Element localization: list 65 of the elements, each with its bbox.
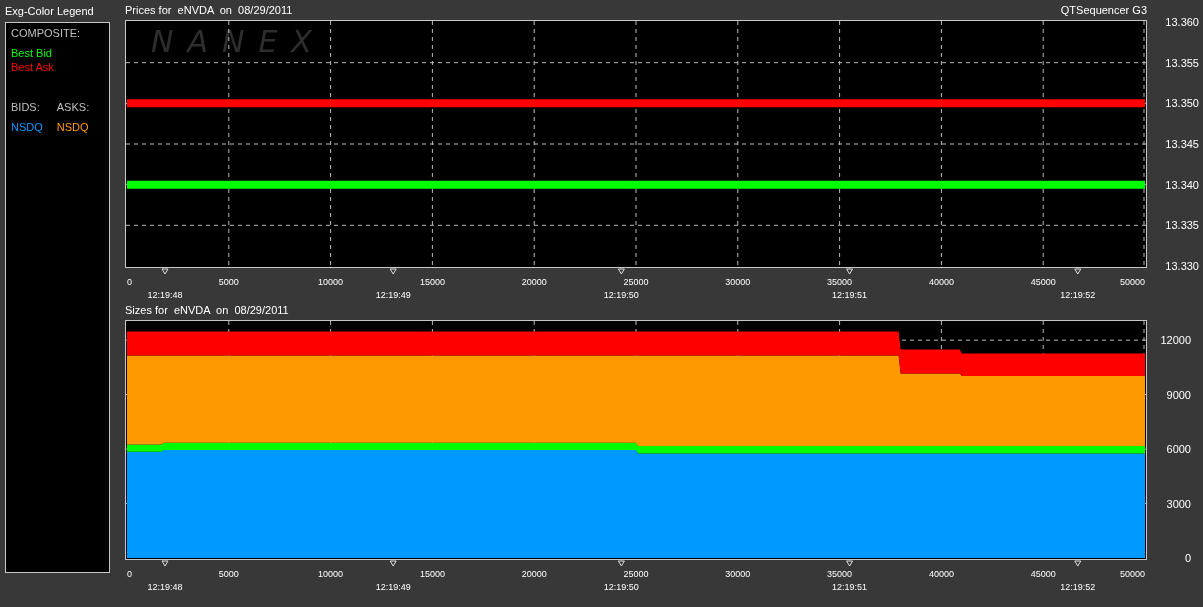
axis-label: 50000 — [1119, 277, 1145, 287]
time-marker-icon — [846, 268, 854, 275]
axis-label: 0 — [127, 569, 132, 579]
app-name: QTSequencer G3 — [1060, 4, 1147, 16]
axis-label: 12000 — [1160, 334, 1191, 347]
axis-label: 40000 — [928, 277, 954, 287]
axis-label: 15000 — [419, 277, 445, 287]
axis-label: 20000 — [521, 277, 547, 287]
axis-label: 0 — [1184, 552, 1191, 564]
axis-label: 13.330 — [1165, 260, 1199, 272]
legend-entry: Best Ask — [11, 61, 55, 73]
axis-label: 13.355 — [1165, 56, 1199, 69]
time-marker-icon — [1074, 268, 1082, 275]
axis-label: 13.360 — [1165, 16, 1199, 28]
time-marker-icon — [617, 268, 625, 275]
time-label: 12:19:50 — [603, 290, 639, 300]
time-label: 12:19:49 — [375, 290, 411, 300]
legend-entry: NSDQ — [56, 121, 90, 133]
axis-label: 20000 — [521, 569, 547, 579]
chart-title: Sizes for eNVDA on 08/29/2011 — [125, 304, 289, 316]
time-marker-icon — [1074, 560, 1082, 567]
axis-label: 10000 — [318, 569, 344, 579]
axis-label: 30000 — [725, 569, 751, 579]
axis-label: 35000 — [827, 277, 853, 287]
time-label: 12:19:52 — [1060, 582, 1096, 592]
axis-label: 6000 — [1166, 443, 1191, 456]
legend-entry: Best Bid — [11, 47, 53, 59]
axis-label: 25000 — [623, 569, 649, 579]
time-label: 12:19:50 — [603, 582, 639, 592]
axis-label: 45000 — [1030, 277, 1056, 287]
axis-label: 15000 — [419, 569, 445, 579]
axis-label: 13.335 — [1165, 219, 1199, 232]
time-marker-icon — [389, 560, 397, 567]
time-label: 12:19:51 — [832, 582, 868, 592]
time-label: 12:19:51 — [832, 290, 868, 300]
axis-label: 5000 — [218, 277, 239, 287]
time-marker-icon — [161, 268, 169, 275]
axis-label: 13.340 — [1165, 178, 1199, 191]
time-marker-icon — [389, 268, 397, 275]
time-label: 12:19:48 — [147, 582, 183, 592]
axis-label: 13.345 — [1165, 138, 1199, 150]
axis-label: 3000 — [1166, 497, 1191, 510]
axis-label: 13.350 — [1165, 97, 1199, 110]
time-marker-icon — [846, 560, 854, 567]
axis-label: 10000 — [318, 277, 344, 287]
axis-label: 5000 — [218, 569, 239, 579]
legend-title: Exg-Color Legend — [5, 4, 95, 19]
legend-heading: COMPOSITE: — [11, 27, 82, 39]
time-marker-icon — [161, 560, 169, 567]
time-label: 12:19:49 — [375, 582, 411, 592]
axis-label: 50000 — [1119, 569, 1145, 579]
axis-label: 25000 — [623, 277, 649, 287]
chart-title: Prices for eNVDA on 08/29/2011 — [125, 4, 293, 16]
legend-heading: BIDS: — [11, 101, 41, 113]
axis-label: 9000 — [1166, 388, 1191, 401]
time-marker-icon — [617, 560, 625, 567]
axis-label: 40000 — [928, 569, 954, 579]
axis-label: 35000 — [827, 569, 853, 579]
time-label: 12:19:48 — [147, 290, 183, 300]
axis-label: 45000 — [1030, 569, 1056, 579]
legend-entry: NSDQ — [11, 121, 43, 133]
axis-label: 30000 — [725, 277, 751, 287]
time-label: 12:19:52 — [1060, 290, 1096, 300]
legend-heading: ASKS: — [56, 101, 90, 113]
axis-label: 0 — [127, 277, 132, 287]
